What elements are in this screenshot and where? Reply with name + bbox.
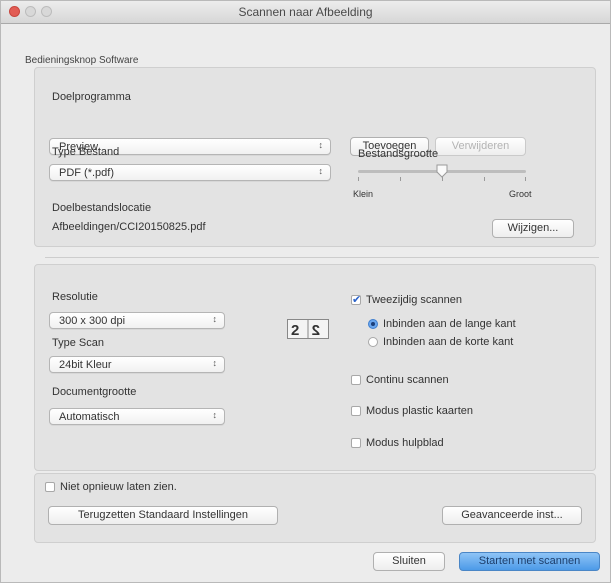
target-app-label: Doelprogramma (52, 91, 131, 103)
plastic-card-mode-label: Modus plastic kaarten (366, 405, 473, 417)
svg-text:2: 2 (312, 322, 320, 339)
slider-tick (484, 177, 485, 181)
scan-type-label: Type Scan (52, 337, 104, 349)
file-size-min-label: Klein (353, 189, 374, 199)
document-size-label: Documentgrootte (52, 386, 137, 398)
popup-arrows-icon: ↕ (212, 314, 218, 324)
resolution-value: 300 x 300 dpi (59, 315, 126, 327)
document-size-value: Automatisch (59, 411, 120, 423)
short-edge-radio[interactable] (368, 337, 378, 347)
destination-path: Afbeeldingen/CCI20150825.pdf (52, 221, 206, 233)
popup-arrows-icon: ↕ (212, 358, 218, 368)
file-size-slider-thumb[interactable] (436, 164, 448, 178)
file-size-label: Bestandsgrootte (358, 148, 439, 160)
scan-type-value: 24bit Kleur (59, 359, 112, 371)
file-type-value: PDF (*.pdf) (59, 167, 115, 179)
duplex-binding-icon: 2 2 (287, 319, 329, 339)
dont-show-again-label: Niet opnieuw laten zien. (60, 481, 177, 493)
scan-type-select[interactable]: 24bit Kleur ↕ (49, 356, 225, 373)
start-scan-button[interactable]: Starten met scannen (459, 552, 600, 571)
file-type-select[interactable]: PDF (*.pdf) ↕ (49, 164, 331, 181)
scan-to-image-window: Scannen naar Afbeelding Bedieningsknop S… (0, 0, 611, 583)
destination-label: Doelbestandslocatie (52, 202, 152, 214)
short-edge-radio-label: Inbinden aan de korte kant (383, 336, 514, 348)
long-edge-radio-label: Inbinden aan de lange kant (383, 318, 516, 330)
reset-defaults-button[interactable]: Terugzetten Standaard Instellingen (48, 506, 278, 525)
duplex-checkbox[interactable] (351, 293, 361, 306)
change-destination-button[interactable]: Wijzigen... (492, 219, 574, 238)
popup-arrows-icon: ↕ (318, 166, 324, 176)
resolution-label: Resolutie (52, 291, 98, 303)
group-title: Bedieningsknop Software (25, 55, 139, 66)
remove-button[interactable]: Verwijderen (435, 137, 526, 156)
carrier-sheet-mode-checkbox[interactable] (351, 438, 361, 448)
slider-tick (525, 177, 526, 181)
separator (45, 257, 599, 258)
slider-tick (358, 177, 359, 181)
advanced-settings-button[interactable]: Geavanceerde inst... (442, 506, 582, 525)
svg-text:2: 2 (291, 322, 299, 339)
dont-show-again-checkbox[interactable] (45, 482, 55, 492)
document-size-select[interactable]: Automatisch ↕ (49, 408, 225, 425)
file-type-label: Type Bestand (52, 146, 120, 158)
plastic-card-mode-checkbox[interactable] (351, 406, 361, 416)
popup-arrows-icon: ↕ (212, 410, 218, 420)
long-edge-radio[interactable] (368, 319, 378, 329)
close-button[interactable]: Sluiten (373, 552, 445, 571)
title-bar: Scannen naar Afbeelding (1, 1, 610, 24)
continuous-scan-label: Continu scannen (366, 374, 449, 386)
slider-tick (400, 177, 401, 181)
carrier-sheet-mode-label: Modus hulpblad (366, 437, 444, 449)
window-title: Scannen naar Afbeelding (238, 5, 373, 19)
resolution-select[interactable]: 300 x 300 dpi ↕ (49, 312, 225, 329)
duplex-checkbox-label: Tweezijdig scannen (366, 294, 463, 306)
continuous-scan-checkbox[interactable] (351, 375, 361, 385)
file-size-max-label: Groot (509, 189, 532, 199)
popup-arrows-icon: ↕ (318, 140, 324, 150)
